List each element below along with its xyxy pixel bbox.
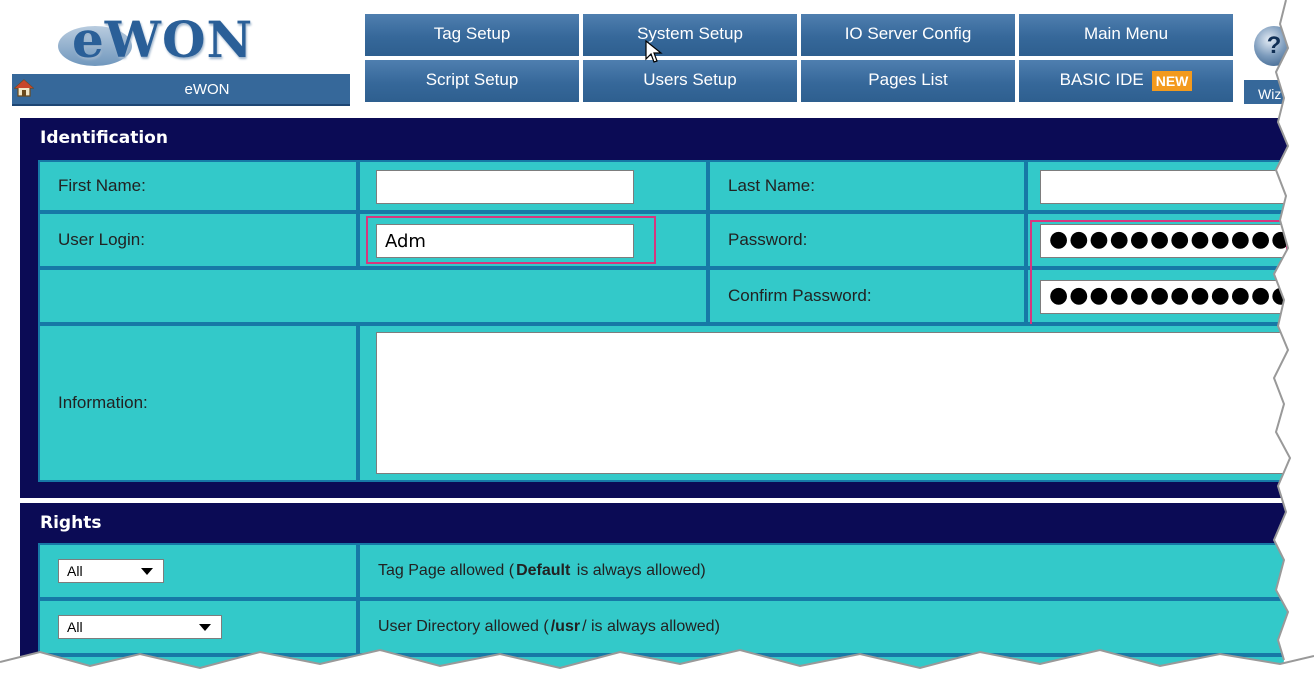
confirm-password-label-cell: Confirm Password: [708, 268, 1026, 324]
top-navigation: Tag Setup System Setup IO Server Config … [365, 14, 1241, 106]
dropdown-arrow-icon [141, 568, 153, 575]
text-post: / is always allowed) [582, 618, 720, 635]
text-bold: /usr [550, 618, 581, 635]
user-directory-select-value: All [67, 619, 83, 635]
information-label: Information: [58, 393, 148, 412]
password-highlight [1030, 220, 1288, 328]
rights-title: Rights [40, 513, 102, 533]
rights-select-cell: All [38, 543, 358, 599]
tag-page-select-value: All [67, 563, 83, 579]
text-bold: Default [516, 562, 571, 579]
nav-system-setup[interactable]: System Setup [583, 14, 799, 58]
torn-edge-bottom [0, 648, 1314, 690]
logo-text: eWON [72, 10, 254, 69]
user-login-value-cell: Adm [358, 212, 708, 268]
user-login-label: User Login: [58, 230, 145, 249]
nav-main-menu[interactable]: Main Menu [1019, 14, 1235, 58]
home-bar[interactable]: eWON [12, 74, 350, 106]
information-textarea[interactable] [376, 332, 1306, 474]
identification-section: Identification First Name: Last Name: Us… [20, 118, 1314, 498]
nav-script-setup[interactable]: Script Setup [365, 60, 581, 104]
information-label-cell: Information: [38, 324, 358, 482]
nav-io-server-config[interactable]: IO Server Config [801, 14, 1017, 58]
tag-page-rights-text: Tag Page allowed (Default is always allo… [378, 545, 706, 597]
text-post: is always allowed) [572, 562, 706, 579]
nav-tag-setup[interactable]: Tag Setup [365, 14, 581, 58]
tag-page-select[interactable]: All [58, 559, 164, 583]
first-name-value-cell [358, 160, 708, 212]
torn-edge-right [1272, 0, 1314, 690]
ewon-users-setup-screen: eWON eWON Tag Setup System Setup IO Serv… [0, 0, 1314, 690]
new-badge: NEW [1151, 70, 1193, 91]
last-name-input[interactable] [1040, 170, 1300, 204]
empty-cell [38, 268, 708, 324]
mouse-cursor-icon [645, 40, 663, 63]
home-icon[interactable] [14, 78, 34, 98]
text-pre: Tag Page allowed ( [378, 562, 515, 579]
last-name-label: Last Name: [728, 176, 815, 195]
dropdown-arrow-icon [199, 624, 211, 631]
first-name-label-cell: First Name: [38, 160, 358, 212]
user-login-label-cell: User Login: [38, 212, 358, 268]
last-name-label-cell: Last Name: [708, 160, 1026, 212]
nav-pages-list[interactable]: Pages List [801, 60, 1017, 104]
user-login-highlight [366, 216, 656, 264]
rights-text-cell: Tag Page allowed (Default is always allo… [358, 543, 1314, 599]
user-directory-select[interactable]: All [58, 615, 222, 639]
password-label: Password: [728, 230, 808, 249]
nav-users-setup[interactable]: Users Setup [583, 60, 799, 104]
text-pre: User Directory allowed ( [378, 618, 549, 635]
password-label-cell: Password: [708, 212, 1026, 268]
identification-title: Identification [40, 128, 168, 148]
confirm-password-label: Confirm Password: [728, 286, 872, 305]
ewon-logo: eWON [12, 8, 350, 72]
first-name-label: First Name: [58, 176, 146, 195]
home-label: eWON [184, 81, 230, 98]
first-name-input[interactable] [376, 170, 634, 204]
nav-basic-ide-label: BASIC IDE [1059, 70, 1144, 89]
information-value-cell [358, 324, 1314, 482]
nav-basic-ide[interactable]: BASIC IDE NEW [1019, 60, 1235, 104]
